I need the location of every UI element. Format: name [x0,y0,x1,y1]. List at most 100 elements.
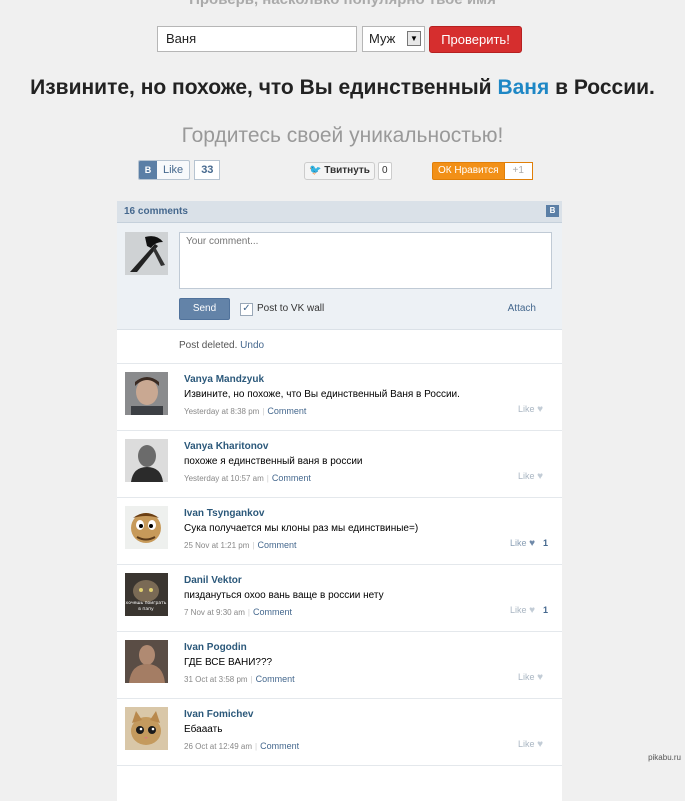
heart-icon: ♥ [529,538,535,549]
comments-widget: 16 comments B Send ✓ Post to VK wall Att… [117,201,562,801]
like-count: 1 [542,538,548,548]
vk-like-label: Like [163,164,184,176]
post-deleted-notice: Post deleted. Undo [117,330,562,364]
result-suffix: в России. [549,76,655,99]
comment-text: Сука получается мы клоны раз мы единстви… [184,523,419,534]
comment-time[interactable]: 31 Oct at 3:58 pm [184,675,248,684]
reply-link[interactable]: Comment [253,607,292,617]
like-button[interactable]: Like ♥ [510,605,535,616]
comment-meta: Yesterday at 8:38 pm | Comment [184,406,306,416]
avatar[interactable] [125,707,168,750]
heart-icon: ♥ [537,672,543,683]
comment-compose: Send ✓ Post to VK wall Attach [117,223,562,330]
heart-icon: ♥ [537,739,543,750]
comments-header: 16 comments B [117,201,562,223]
check-button[interactable]: Проверить! [429,26,522,53]
avatar-caption: в папу [138,607,154,612]
vk-like-widget: B Like 33 [138,160,221,180]
page-heading: Проверь, насколько популярно твое имя [0,0,685,8]
comment-author[interactable]: Ivan Tsyngankov [184,508,264,519]
comments-count: 16 comments [124,206,188,217]
comment-item: Ivan Pogodin ГДЕ ВСЕ ВАНИ??? 31 Oct at 3… [117,632,562,699]
send-button[interactable]: Send [179,298,230,320]
twitter-bird-icon: 🐦 [309,165,322,176]
my-avatar [125,232,168,275]
like-button[interactable]: Like ♥ [518,672,543,683]
like-button[interactable]: Like ♥ [518,739,543,750]
like-label: Like [518,739,535,749]
gender-select[interactable]: Муж ▼ [362,26,425,52]
comment-author[interactable]: Vanya Mandzyuk [184,374,264,385]
comment-meta: 26 Oct at 12:49 am | Comment [184,741,299,751]
avatar-caption: хочешь поиграть [126,601,167,606]
meta-separator: | [262,407,265,416]
tweet-label: Твитнуть [324,165,370,176]
like-label: Like [510,538,527,548]
twitter-widget: 🐦 Твитнуть 0 [304,162,392,180]
comment-text: Ебааать [184,724,223,735]
comment-author[interactable]: Ivan Fomichev [184,709,253,720]
avatar[interactable] [125,372,168,415]
vk-logo-icon[interactable]: B [546,205,559,217]
result-name: Ваня [497,76,550,99]
avatar[interactable] [125,506,168,549]
comment-item: Vanya Kharitonov похоже я единственный в… [117,431,562,498]
comment-time[interactable]: Yesterday at 8:38 pm [184,407,259,416]
like-count: 1 [542,605,548,615]
like-label: Like [518,471,535,481]
reply-link[interactable]: Comment [272,473,311,483]
comment-text: Извините, но похоже, что Вы единственный… [184,389,460,400]
comment-author[interactable]: Vanya Kharitonov [184,441,268,452]
like-button[interactable]: Like ♥ [518,471,543,482]
post-to-wall-checkbox[interactable]: ✓ [240,303,253,316]
comment-item: Ivan Fomichev Ебааать 26 Oct at 12:49 am… [117,699,562,766]
like-label: Like [518,404,535,414]
comment-meta: 31 Oct at 3:58 pm | Comment [184,674,295,684]
comment-author[interactable]: Danil Vektor [184,575,242,586]
like-button[interactable]: Like ♥ [518,404,543,415]
reply-link[interactable]: Comment [260,741,299,751]
comment-item: Vanya Mandzyuk Извините, но похоже, что … [117,364,562,431]
post-to-wall-label: Post to VK wall [257,303,325,314]
meta-separator: | [250,675,253,684]
avatar[interactable] [125,439,168,482]
avatar[interactable] [125,640,168,683]
ok-like-button[interactable]: ОК Нравится [432,162,505,180]
ok-like-label: Нравится [454,165,499,176]
comment-meta: 25 Nov at 1:21 pm | Comment [184,540,296,550]
undo-link[interactable]: Undo [240,340,264,351]
comment-input[interactable] [179,232,552,289]
reply-link[interactable]: Comment [267,406,306,416]
tweet-button[interactable]: 🐦 Твитнуть [304,162,375,180]
comment-author[interactable]: Ivan Pogodin [184,642,247,653]
comment-time[interactable]: Yesterday at 10:57 am [184,474,264,483]
like-label: Like [518,672,535,682]
comment-time[interactable]: 25 Nov at 1:21 pm [184,541,249,550]
meta-separator: | [266,474,269,483]
ok-widget: ОК Нравится +1 [432,162,533,180]
vk-like-count: 33 [194,160,221,180]
ok-plus-count: +1 [504,162,533,180]
reply-link[interactable]: Comment [256,674,295,684]
attach-link[interactable]: Attach [508,303,536,314]
comment-meta: 7 Nov at 9:30 am | Comment [184,607,292,617]
comment-item: хочешь поиграть в папу Danil Vektor пизда… [117,565,562,632]
meta-separator: | [255,742,258,751]
comment-meta: Yesterday at 10:57 am | Comment [184,473,311,483]
like-button[interactable]: Like ♥ [510,538,535,549]
result-prefix: Извините, но похоже, что Вы единственный [30,76,498,99]
name-input[interactable]: Ваня [157,26,357,52]
vk-like-button[interactable]: B Like [138,160,191,180]
dropdown-arrow-icon[interactable]: ▼ [407,31,421,46]
avatar[interactable]: хочешь поиграть в папу [125,573,168,616]
comment-time[interactable]: 7 Nov at 9:30 am [184,608,245,617]
ok-logo-icon: ОК [438,165,452,176]
reply-link[interactable]: Comment [257,540,296,550]
comment-time[interactable]: 26 Oct at 12:49 am [184,742,252,751]
comment-item: Ivan Tsyngankov Сука получается мы клоны… [117,498,562,565]
result-title: Извините, но похоже, что Вы единственный… [0,76,685,100]
tweet-count: 0 [377,162,392,180]
heart-icon: ♥ [537,471,543,482]
heart-icon: ♥ [537,404,543,415]
gender-value: Муж [369,31,396,46]
